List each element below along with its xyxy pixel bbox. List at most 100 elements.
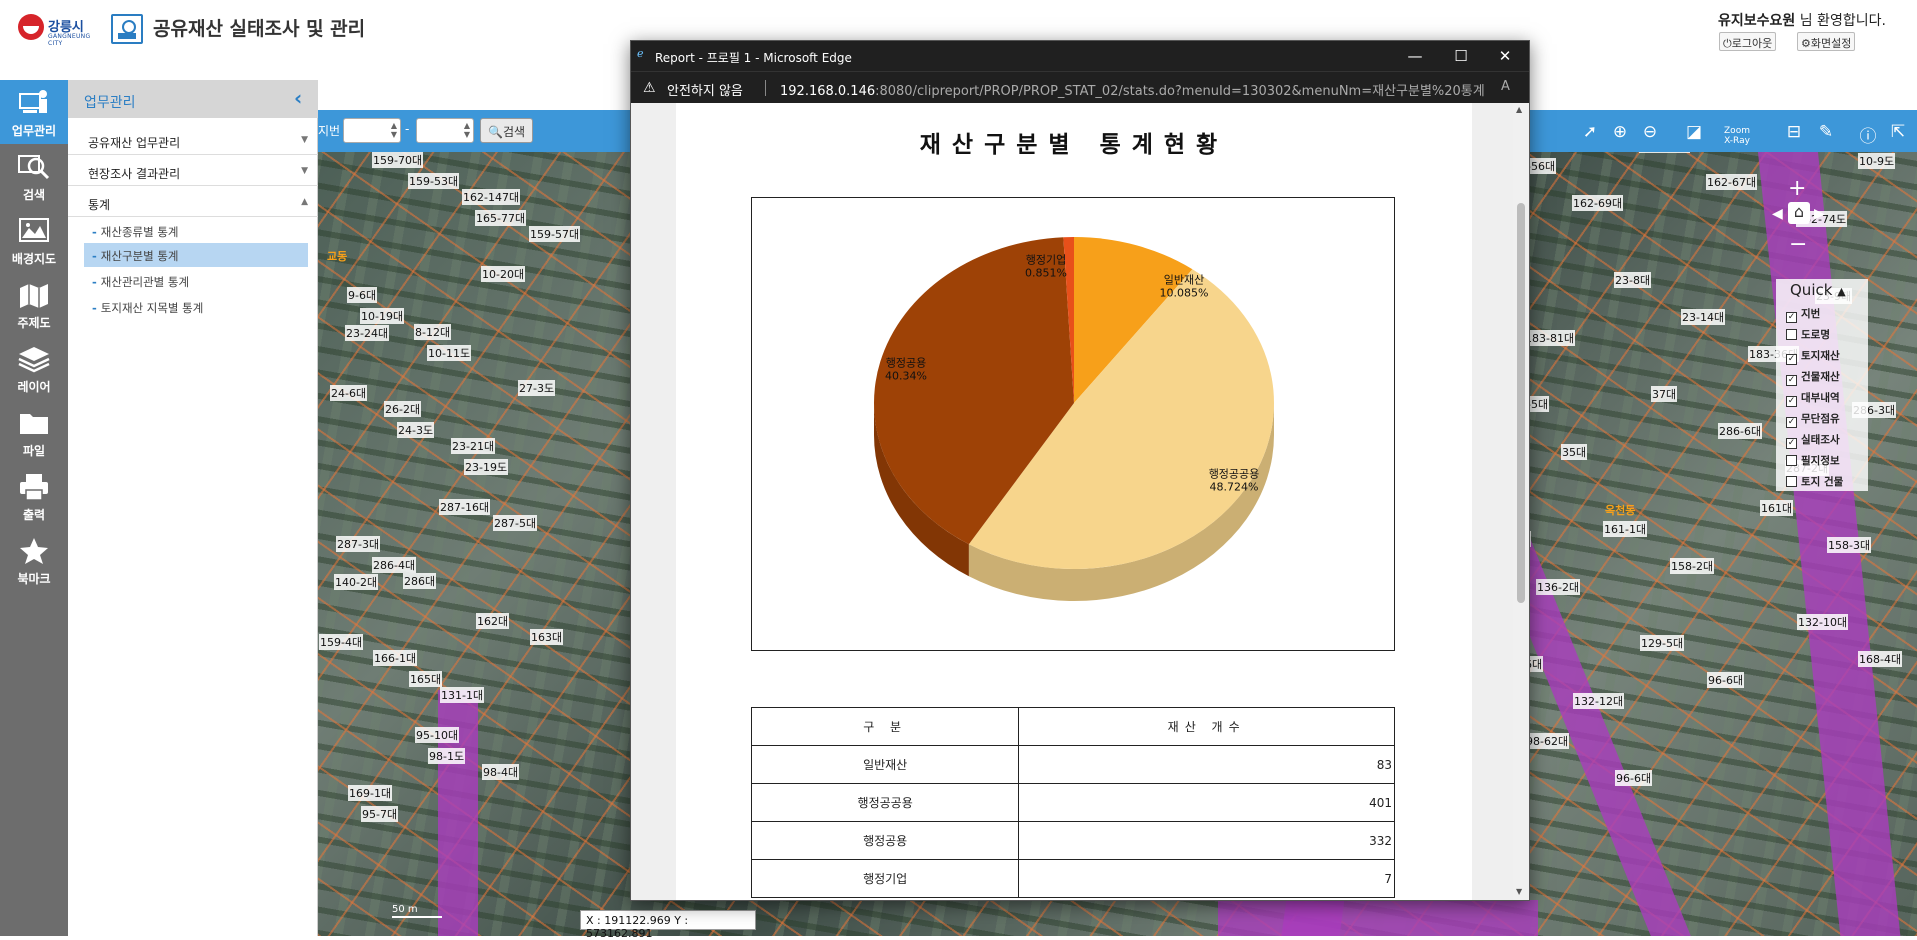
checkbox-icon[interactable]	[1786, 455, 1797, 466]
address-bar[interactable]: ⚠ 안전하지 않음 192.168.0.146:8080/clipreport/…	[631, 71, 1529, 103]
submenu-land-category-stats[interactable]: - 토지재산 지목별 통계	[84, 295, 308, 319]
checkbox-checked-icon[interactable]: ✓	[1786, 354, 1797, 365]
vertical-scrollbar[interactable]: ▲ ▼	[1513, 103, 1529, 900]
read-aloud-icon[interactable]: A	[1501, 79, 1510, 94]
zoom-minus-icon[interactable]: −	[1789, 232, 1807, 257]
eraser-icon[interactable]: ◪	[1682, 122, 1706, 144]
submenu-property-type-stats[interactable]: - 재산종류별 통계	[84, 219, 308, 243]
submenu-label: 재산관리관별 통계	[100, 275, 190, 289]
nav-theme-map[interactable]: 주제도	[0, 272, 68, 336]
table-row: 행정공용 332	[750, 821, 1395, 860]
row-count: 401	[1018, 783, 1395, 822]
parcel-label: 24-3도	[397, 422, 435, 438]
submenu-label: 재산종류별 통계	[100, 225, 179, 239]
edge-icon: ℯ	[637, 47, 644, 60]
url-path: :8080/clipreport/PROP/PROP_STAT_02/stats…	[875, 84, 1485, 99]
parcel-label: 158-3대	[1827, 537, 1872, 553]
scroll-down-icon[interactable]: ▼	[1516, 887, 1522, 896]
place-label: 교동	[327, 250, 348, 263]
pie-percent-label: 40.34%	[885, 369, 927, 382]
parcel-label: 132-10대	[1797, 614, 1849, 630]
nav-background-map[interactable]: 배경지도	[0, 208, 68, 272]
zoom-xray-button[interactable]: Zoom X-Ray	[1720, 126, 1754, 148]
quick-layer-toggle[interactable]: ✓ 지번	[1786, 306, 1820, 324]
minimize-icon[interactable]: —	[1393, 43, 1437, 69]
quick-layer-toggle[interactable]: 토지 건물	[1786, 474, 1843, 492]
city-logo[interactable]: 강릉시 GANGNEUNG CITY	[18, 14, 96, 47]
maximize-icon[interactable]: ☐	[1439, 43, 1483, 69]
city-logo-subtext: GANGNEUNG CITY	[48, 33, 91, 47]
scroll-thumb[interactable]	[1517, 203, 1525, 603]
scroll-up-icon[interactable]: ▲	[1516, 105, 1522, 114]
measure-icon[interactable]: ⊟	[1782, 122, 1806, 144]
zoom-plus-icon[interactable]: +	[1788, 176, 1806, 201]
report-title: 재산구분별 통계현황	[919, 132, 1229, 158]
jibun-sub-input[interactable]: ▲ ▼	[416, 118, 474, 143]
quick-title[interactable]: Quick ▲	[1790, 281, 1846, 299]
quick-layer-toggle[interactable]: 도로명	[1786, 327, 1830, 345]
draw-pen-icon[interactable]: ✎	[1814, 122, 1838, 144]
zoom-out-icon[interactable]: ⊖	[1638, 122, 1662, 144]
url-text[interactable]: 192.168.0.146:8080/clipreport/PROP/PROP_…	[780, 80, 1485, 99]
parcel-label: 10-19대	[360, 308, 405, 324]
pan-left-icon[interactable]: ◀	[1772, 206, 1783, 222]
map-icon	[19, 218, 49, 242]
nav-print[interactable]: 출력	[0, 464, 68, 528]
nav-label: 검색	[22, 188, 46, 202]
submenu-property-category-stats[interactable]: - 재산구분별 통계	[84, 243, 308, 267]
nav-layer[interactable]: 레이어	[0, 336, 68, 400]
chevron-down-icon: ▼	[301, 166, 308, 176]
quick-layer-toggle[interactable]: ✓ 무단점유	[1786, 411, 1840, 429]
quick-layer-toggle[interactable]: ✓ 대부내역	[1786, 390, 1840, 408]
quick-layer-toggle[interactable]: ✓ 실태조사	[1786, 432, 1840, 450]
star-icon	[20, 538, 48, 564]
checkbox-checked-icon[interactable]: ✓	[1786, 312, 1797, 323]
nav-label: 업무관리	[11, 124, 57, 138]
checkbox-checked-icon[interactable]: ✓	[1786, 417, 1797, 428]
pie-label: 행정공용	[886, 356, 926, 369]
scale-line	[392, 916, 442, 918]
parcel-label: 163대	[530, 629, 564, 645]
checkbox-checked-icon[interactable]: ✓	[1786, 396, 1797, 407]
select-pointer-icon[interactable]: ➚	[1578, 122, 1602, 144]
submenu-property-manager-stats[interactable]: - 재산관리관별 통계	[84, 269, 308, 293]
pan-right-icon[interactable]: ▶	[1814, 206, 1825, 222]
close-icon[interactable]: ✕	[1483, 43, 1527, 69]
quick-layer-toggle[interactable]: 필지정보	[1786, 453, 1840, 471]
window-titlebar[interactable]: ℯ Report - 프로필 1 - Microsoft Edge — ☐ ✕	[631, 41, 1529, 71]
parcel-label: 166-1대	[373, 650, 418, 666]
quick-layer-label: 실태조사	[1801, 434, 1840, 446]
quick-layer-label: 토지재산	[1801, 350, 1840, 362]
parcel-label: 162-67대	[1706, 174, 1758, 190]
checkbox-icon[interactable]	[1786, 476, 1797, 487]
expand-icon[interactable]: ⇱	[1886, 122, 1910, 144]
screen-settings-button[interactable]: ⚙화면설정	[1797, 32, 1856, 51]
collapse-panel-icon[interactable]: ‹	[294, 86, 302, 110]
jibun-main-input[interactable]: ▲ ▼	[343, 118, 401, 143]
menu-field-survey-results[interactable]: 현장조사 결과관리 ▼	[68, 156, 318, 186]
logout-button[interactable]: ⏻로그아웃	[1719, 32, 1777, 51]
nav-work-management[interactable]: 업무관리	[0, 80, 68, 144]
home-icon[interactable]: ⌂	[1788, 202, 1810, 224]
bullet: -	[92, 225, 97, 239]
nav-search[interactable]: 검색	[0, 144, 68, 208]
welcome-message: 유지보수요원 님 환영합니다.	[1718, 10, 1886, 30]
quick-layer-toggle[interactable]: ✓ 토지재산	[1786, 348, 1840, 366]
checkbox-icon[interactable]	[1786, 329, 1797, 340]
checkbox-checked-icon[interactable]: ✓	[1786, 438, 1797, 449]
jibun-search-button[interactable]: 🔍검색	[480, 118, 533, 143]
menu-shared-property-work[interactable]: 공유재산 업무관리 ▼	[68, 125, 318, 155]
parcel-label: 168-4대	[1858, 651, 1903, 667]
pie-chart-frame: 일반재산 10.085% 행정공공용 48.724% 행정공용 40.34% 행정기업 0.8…	[751, 197, 1395, 651]
nav-bookmark[interactable]: 북마크	[0, 528, 68, 592]
chevron-up-icon: ▲	[1837, 285, 1846, 298]
checkbox-checked-icon[interactable]: ✓	[1786, 375, 1797, 386]
insecure-label[interactable]: 안전하지 않음	[667, 80, 743, 99]
nav-file[interactable]: 파일	[0, 400, 68, 464]
row-category: 일반재산	[750, 745, 1020, 784]
menu-statistics[interactable]: 통계 ▲	[68, 187, 318, 217]
zoom-in-icon[interactable]: ⊕	[1608, 122, 1632, 144]
report-browser-window: ℯ Report - 프로필 1 - Microsoft Edge — ☐ ✕ …	[630, 40, 1530, 901]
quick-layer-toggle[interactable]: ✓ 건물재산	[1786, 369, 1840, 387]
info-icon[interactable]: ⓘ	[1856, 122, 1880, 147]
